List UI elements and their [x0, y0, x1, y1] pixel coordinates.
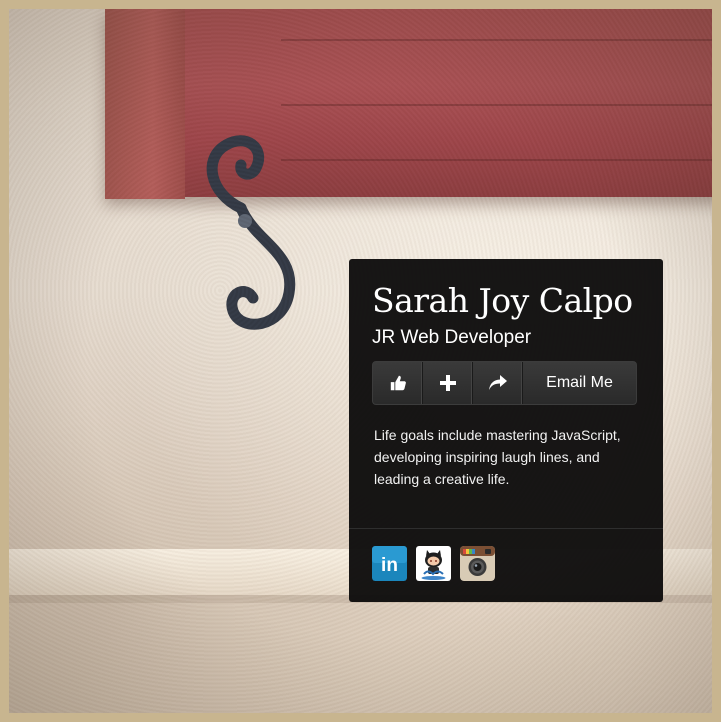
github-octocat-icon	[416, 546, 451, 581]
plus-icon	[439, 375, 456, 391]
profile-name: Sarah Joy Calpo	[372, 281, 633, 320]
svg-text:in: in	[381, 555, 398, 576]
profile-card: Sarah Joy Calpo JR Web Developer Email M…	[349, 259, 663, 602]
instagram-icon	[460, 546, 495, 581]
github-link[interactable]	[416, 546, 451, 581]
wooden-beam	[105, 9, 712, 197]
profile-role: JR Web Developer	[372, 327, 532, 348]
iron-hook	[206, 135, 296, 330]
email-me-button[interactable]: Email Me	[523, 362, 636, 404]
linkedin-link[interactable]: in	[372, 546, 407, 581]
add-button[interactable]	[423, 362, 473, 404]
social-links: in	[372, 546, 495, 581]
thumbs-up-icon	[390, 375, 406, 391]
like-button[interactable]	[373, 362, 423, 404]
share-arrow-icon	[488, 375, 507, 390]
action-button-group: Email Me	[372, 361, 637, 405]
wooden-beam-end	[105, 9, 185, 199]
card-divider	[349, 528, 663, 529]
linkedin-icon: in	[372, 546, 407, 581]
profile-bio: Life goals include mastering JavaScript,…	[374, 427, 621, 487]
share-button[interactable]	[473, 362, 523, 404]
instagram-link[interactable]	[460, 546, 495, 581]
